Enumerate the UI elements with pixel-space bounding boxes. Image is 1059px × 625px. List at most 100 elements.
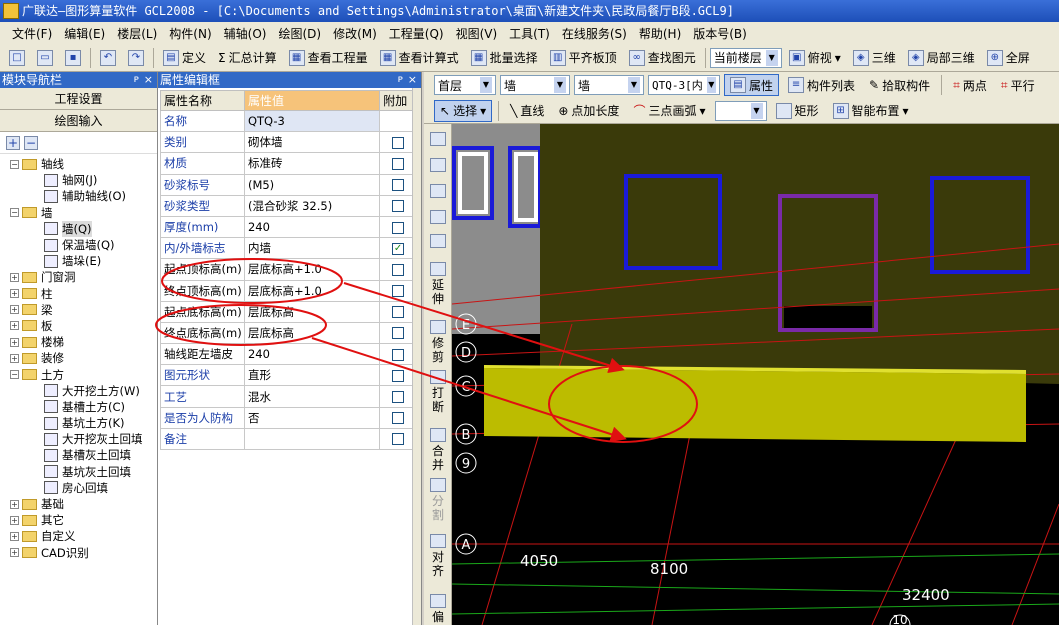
collapse-all-icon[interactable]: − xyxy=(24,135,38,150)
tree-folder[interactable]: + 楼梯 xyxy=(0,334,157,350)
menu-quantity[interactable]: 工程量(Q) xyxy=(383,25,450,42)
property-value[interactable]: 砌体墙 xyxy=(243,131,381,154)
property-value[interactable]: 直形 xyxy=(243,364,381,387)
selected-low-wall[interactable] xyxy=(484,368,1026,442)
pin-icon[interactable]: ᴘ xyxy=(134,72,139,88)
save-button[interactable]: ▪ xyxy=(60,47,86,69)
rectangle-button[interactable]: 矩形 xyxy=(771,100,824,122)
arc-button[interactable]: ⌒ 三点画弧 ▾ xyxy=(628,100,710,122)
menu-draw[interactable]: 绘图(D) xyxy=(272,25,327,42)
tree-folder[interactable]: + 门窗洞 xyxy=(0,269,157,285)
extend-tool[interactable]: 延伸 xyxy=(428,262,448,306)
menu-tools[interactable]: 工具(T) xyxy=(503,25,556,42)
define-button[interactable]: ▤ 定义 xyxy=(158,47,211,69)
category-combo[interactable]: 墙 ▼ xyxy=(500,75,570,95)
mirror-tool[interactable] xyxy=(428,184,448,200)
property-value[interactable]: 层底标高 xyxy=(243,321,381,345)
new-button[interactable]: □ xyxy=(4,47,30,69)
tree-folder[interactable]: − 土方 xyxy=(0,366,157,382)
floor-select[interactable]: 当前楼层 ▼ xyxy=(709,47,782,68)
tree-item[interactable]: 辅助轴线(O) xyxy=(0,188,157,204)
sum-calc-button[interactable]: Σ 汇总计算 xyxy=(213,47,282,69)
tree-folder[interactable]: + 柱 xyxy=(0,286,157,302)
tree-item[interactable]: 基槽灰土回填 xyxy=(0,447,157,463)
three-d-button[interactable]: ◈ 三维 xyxy=(848,47,901,69)
expand-icon[interactable]: + xyxy=(10,272,19,282)
tree-item[interactable]: 保温墙(Q) xyxy=(0,237,157,253)
break-tool[interactable]: 打断 xyxy=(428,370,448,414)
extra-checkbox[interactable] xyxy=(392,136,405,149)
extra-checkbox[interactable] xyxy=(392,327,405,340)
expand-icon[interactable]: + xyxy=(10,531,19,541)
tree-folder[interactable]: + 梁 xyxy=(0,302,157,318)
extra-checkbox[interactable] xyxy=(392,285,405,298)
redo-button[interactable]: ↷ xyxy=(123,47,149,69)
align-tool[interactable]: 对齐 xyxy=(428,534,448,578)
tree-folder[interactable]: − 轴线 xyxy=(0,156,157,172)
tree-item[interactable]: 基槽土方(C) xyxy=(0,399,157,415)
move-tool[interactable] xyxy=(428,210,448,226)
menu-file[interactable]: 文件(F) xyxy=(6,25,58,42)
close-icon[interactable]: × xyxy=(408,72,417,88)
two-point-button[interactable]: ⌗ 两点 xyxy=(948,74,992,96)
tree-item[interactable]: 基坑灰土回填 xyxy=(0,464,157,480)
split-tool[interactable]: 分割 xyxy=(428,478,448,522)
expand-icon[interactable]: + xyxy=(10,548,19,558)
extra-checkbox[interactable] xyxy=(392,306,405,319)
menu-version[interactable]: 版本号(B) xyxy=(687,25,753,42)
expand-icon[interactable]: + xyxy=(10,289,19,299)
menu-online[interactable]: 在线服务(S) xyxy=(556,25,633,42)
menu-view[interactable]: 视图(V) xyxy=(450,25,504,42)
view-quantity-button[interactable]: ▦ 查看工程量 xyxy=(284,47,373,69)
property-value[interactable]: 否 xyxy=(243,406,381,429)
tree-folder[interactable]: + 其它 xyxy=(0,512,157,528)
prop-scrollbar[interactable] xyxy=(412,88,421,625)
extra-checkbox[interactable] xyxy=(392,369,405,382)
tree-item[interactable]: 房心回填 xyxy=(0,480,157,496)
property-value[interactable]: QTQ-3 xyxy=(243,109,381,133)
extra-checkbox[interactable] xyxy=(392,200,405,213)
extra-checkbox[interactable] xyxy=(392,412,405,425)
extra-checkbox[interactable] xyxy=(392,433,405,446)
rotate-tool[interactable] xyxy=(428,234,448,250)
expand-icon[interactable]: + xyxy=(10,337,19,347)
fullscreen-button[interactable]: ⊕ 全屏 xyxy=(982,47,1035,69)
view-mode-button[interactable]: ▣ 俯视 ▾ xyxy=(784,47,846,69)
extra-checkbox[interactable]: ✓ xyxy=(392,242,405,255)
property-value[interactable]: 层底标高 xyxy=(243,300,381,323)
find-element-button[interactable]: ∞ 查找图元 xyxy=(624,47,701,69)
extra-checkbox[interactable] xyxy=(392,348,405,361)
extra-checkbox[interactable] xyxy=(392,179,405,192)
collapse-icon[interactable]: − xyxy=(10,370,19,380)
menu-edit[interactable]: 编辑(E) xyxy=(58,25,111,42)
property-value[interactable]: (M5) xyxy=(243,173,381,196)
menu-aux-axis[interactable]: 辅轴(O) xyxy=(218,25,273,42)
open-button[interactable]: ▭ xyxy=(32,47,58,69)
collapse-icon[interactable]: − xyxy=(10,208,19,218)
extra-checkbox[interactable] xyxy=(392,391,405,404)
expand-icon[interactable]: + xyxy=(10,305,19,315)
floor-combo[interactable]: 首层 ▼ xyxy=(434,75,496,95)
tree-folder[interactable]: + 基础 xyxy=(0,496,157,512)
menu-component[interactable]: 构件(N) xyxy=(163,25,217,42)
extra-checkbox[interactable] xyxy=(392,221,405,234)
menu-help[interactable]: 帮助(H) xyxy=(633,25,687,42)
properties-button[interactable]: ▤ 属性 xyxy=(724,74,780,96)
copy-tool[interactable] xyxy=(428,158,448,174)
expand-all-icon[interactable]: + xyxy=(6,135,20,150)
view-formula-button[interactable]: ▦ 查看计算式 xyxy=(375,47,464,69)
select-button[interactable]: ↖ 选择 ▾ xyxy=(434,99,493,122)
brush-tool[interactable] xyxy=(428,132,448,148)
tree-folder[interactable]: + 板 xyxy=(0,318,157,334)
pin-icon[interactable]: ᴘ xyxy=(398,72,403,88)
menu-modify[interactable]: 修改(M) xyxy=(327,25,383,42)
drawing-canvas[interactable]: E D C B 9 A 10 4050 8100 32400 xyxy=(452,124,1059,625)
close-icon[interactable]: × xyxy=(144,72,153,88)
merge-tool[interactable]: 合并 xyxy=(428,428,448,472)
tree-item[interactable]: 墙(Q) xyxy=(0,220,157,237)
property-value[interactable]: 内墙 xyxy=(243,237,381,260)
property-value[interactable]: 混水 xyxy=(243,385,381,408)
drawing-input-button[interactable]: 绘图输入 xyxy=(0,110,157,132)
element-combo[interactable]: QTQ-3[内 ▼ xyxy=(648,75,720,95)
local-3d-button[interactable]: ◈ 局部三维 xyxy=(903,47,980,69)
